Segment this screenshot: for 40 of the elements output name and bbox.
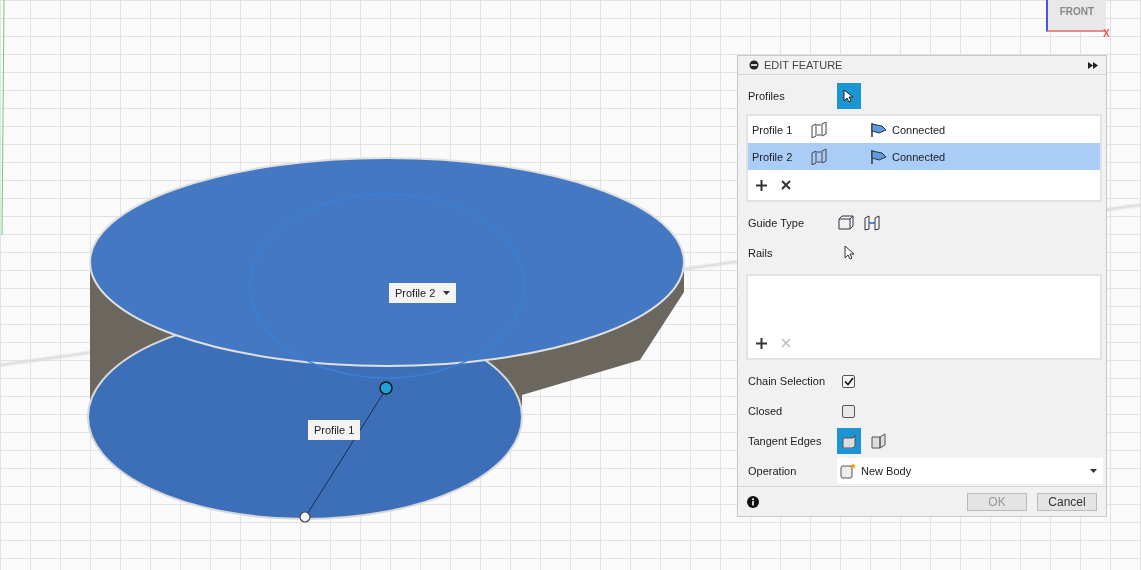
field-label: Chain Selection [748, 375, 827, 388]
sharp-edge-icon [871, 433, 887, 450]
select-button[interactable] [837, 83, 861, 110]
flag-icon [870, 121, 887, 138]
cancel-button[interactable]: Cancel [1037, 492, 1097, 511]
info-icon[interactable] [747, 495, 759, 508]
end-point-handle[interactable] [299, 511, 311, 523]
field-label: Guide Type [748, 217, 806, 230]
new-body-icon [840, 463, 857, 480]
flip-direction-icon[interactable] [810, 121, 828, 138]
profile-row[interactable]: Profile 1 Connected [748, 116, 1100, 144]
profile-label[interactable]: Profile 1 [308, 420, 361, 440]
field-label: Tangent Edges [748, 435, 823, 448]
axis-label: X [1103, 28, 1110, 39]
field-label: Profiles [748, 90, 786, 103]
collapse-icon[interactable] [749, 60, 759, 71]
flip-direction-icon[interactable] [810, 148, 828, 165]
profile-row[interactable]: Profile 2 Connected [748, 143, 1100, 171]
checkbox[interactable] [842, 404, 855, 418]
add-icon[interactable] [756, 179, 767, 191]
start-point-handle[interactable] [379, 381, 393, 395]
expand-icon[interactable] [1088, 61, 1098, 69]
field-label: Operation [748, 465, 798, 478]
smooth-edge-icon [842, 434, 856, 449]
rail-icon[interactable] [863, 215, 881, 232]
add-icon[interactable] [756, 337, 767, 349]
pointer-icon[interactable] [844, 245, 856, 262]
checkbox[interactable] [842, 374, 855, 388]
smooth-edge-button[interactable] [837, 428, 861, 455]
pointer-icon [843, 89, 855, 104]
cube-frame-icon[interactable] [837, 215, 855, 232]
field-label: Rails [748, 247, 774, 260]
caret-icon [1090, 469, 1097, 474]
profile-label[interactable]: Profile 2 [389, 283, 457, 303]
field-label: Closed [748, 405, 784, 418]
panel-title: EDIT FEATURE [764, 59, 843, 72]
caret-icon [443, 291, 451, 295]
operation-dropdown[interactable]: New Body [837, 458, 1103, 485]
flag-icon [870, 148, 887, 165]
remove-icon[interactable] [781, 180, 791, 191]
